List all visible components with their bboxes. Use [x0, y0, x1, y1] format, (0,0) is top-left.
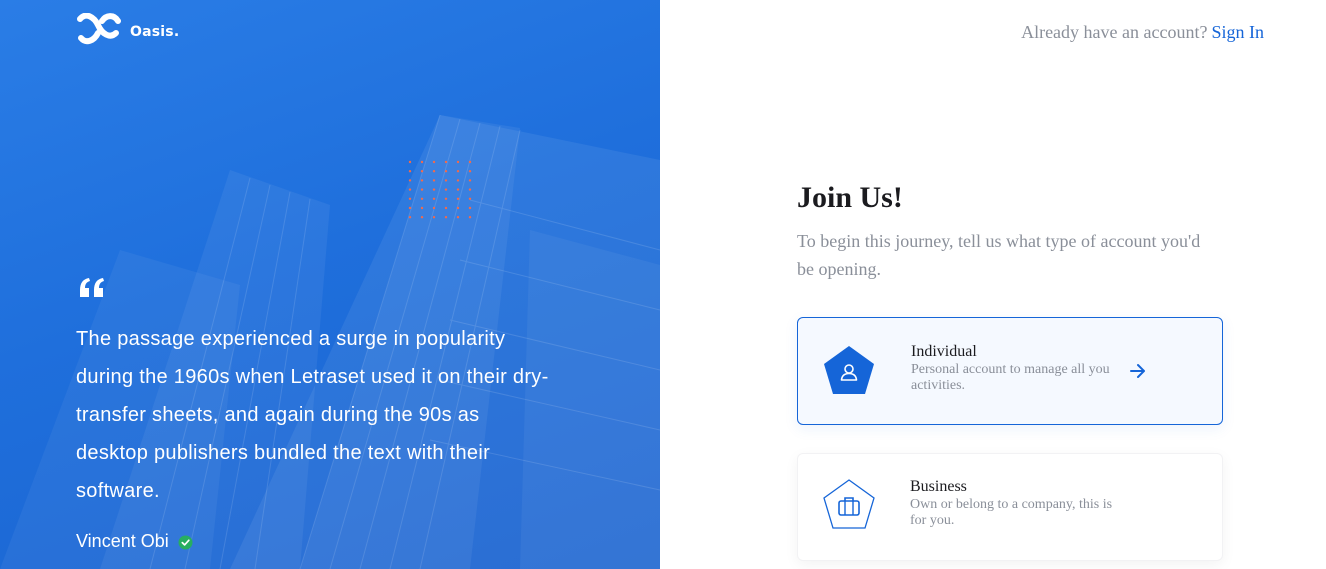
decoration-dot [432, 206, 436, 210]
decoration-dot [468, 160, 472, 164]
account-type-business-card[interactable]: Business Own or belong to a company, thi… [797, 453, 1223, 561]
brand-name: Oasis. [130, 24, 180, 40]
decoration-dot [432, 188, 436, 191]
decoration-dot [420, 206, 424, 210]
decoration-dot [444, 216, 448, 219]
decoration-dot [468, 197, 472, 200]
account-type-individual-card[interactable]: Individual Personal account to manage al… [797, 317, 1223, 425]
arrow-right-icon [1130, 364, 1145, 378]
decoration-dot [408, 179, 412, 182]
decoration-dot [444, 170, 448, 173]
dot-pattern-decoration [408, 160, 472, 219]
decoration-dot [444, 206, 448, 210]
signin-prompt: Already have an account? [1021, 22, 1208, 42]
signin-prompt-row: Already have an account? Sign In [1021, 22, 1264, 43]
card-text: Individual Personal account to manage al… [911, 343, 1116, 394]
decoration-dot [420, 188, 424, 191]
decoration-dot [456, 170, 460, 173]
oasis-logo-icon [77, 13, 121, 45]
decoration-dot [408, 206, 412, 210]
decoration-dot [444, 179, 448, 182]
decoration-dot [456, 160, 460, 164]
decoration-dot [420, 197, 424, 200]
decoration-dot [456, 216, 460, 219]
decoration-dot [456, 197, 460, 200]
decoration-dot [420, 170, 424, 173]
check-circle-icon [178, 535, 193, 549]
decoration-dot [420, 160, 424, 164]
decoration-dot [408, 160, 412, 164]
decoration-dot [408, 197, 412, 200]
user-icon [824, 346, 874, 394]
decoration-dot [456, 179, 460, 182]
brand-logo[interactable]: Oasis. [76, 13, 179, 45]
decoration-dot [468, 216, 472, 219]
decoration-dot [468, 170, 472, 173]
decoration-dot [456, 206, 460, 210]
decoration-dot [432, 197, 436, 200]
decoration-dot [432, 179, 436, 182]
decoration-dot [408, 216, 412, 219]
card-description: Personal account to manage all you activ… [911, 362, 1110, 393]
decoration-dot [468, 179, 472, 182]
decoration-dot [408, 170, 412, 173]
decoration-dot [456, 188, 460, 191]
card-description: Own or belong to a company, this is for … [910, 497, 1113, 528]
card-title: Individual [911, 343, 977, 360]
page-title: Join Us! [797, 181, 903, 214]
card-text: Business Own or belong to a company, thi… [910, 478, 1120, 529]
decoration-dot [468, 188, 472, 191]
decoration-dot [432, 216, 436, 219]
decoration-dot [444, 197, 448, 200]
decoration-dot [432, 170, 436, 173]
hero-panel: Oasis. The passage experienced a surge i… [0, 0, 660, 569]
decoration-dot [444, 188, 448, 191]
page-subtitle: To begin this journey, tell us what type… [797, 231, 1201, 279]
sign-in-link[interactable]: Sign In [1211, 22, 1264, 42]
briefcase-icon [823, 479, 875, 529]
decoration-dot [408, 188, 412, 191]
card-title: Business [910, 478, 967, 495]
quote-icon [80, 278, 104, 297]
author-name: Vincent Obi [76, 531, 169, 551]
decoration-dot [420, 216, 424, 219]
decoration-dot [420, 179, 424, 182]
testimonial-quote: The passage experienced a surge in popul… [76, 328, 549, 502]
testimonial-author: Vincent Obi [76, 531, 193, 552]
decoration-dot [432, 160, 436, 164]
decoration-dot [468, 206, 472, 210]
decoration-dot [444, 160, 448, 164]
